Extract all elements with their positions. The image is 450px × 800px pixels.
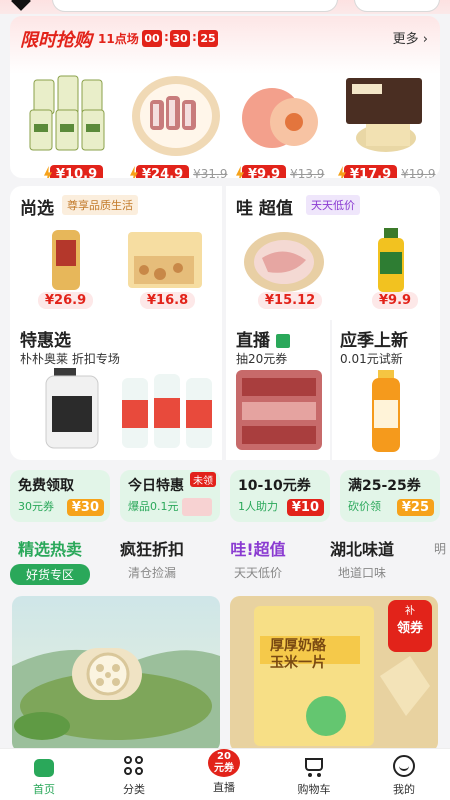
zhibo-title: 直播 <box>236 326 290 351</box>
flash-sale-title: 限时抢购 <box>20 30 92 51</box>
tehuixuan-card[interactable]: 特惠选 朴朴奥莱 折扣专场 <box>10 320 222 460</box>
bottom-nav: 首页 分类 20 元券 直播 购物车 我的 <box>0 748 450 800</box>
category-tabs: 精选热卖 好货专区 疯狂折扣 清仓捡漏 哇!超值 天天低价 湖北味道 地道口味 … <box>0 530 450 585</box>
yingji-sub: 0.01元试新 <box>340 352 403 366</box>
shangxuan-tag: 尊享品质生活 <box>62 195 138 215</box>
shangxuan-title: 尚选 <box>20 199 54 219</box>
more-link[interactable]: 更多 › <box>393 28 428 47</box>
flash-item-price-1[interactable]: ¥10.9 <box>44 164 104 178</box>
nav-home[interactable]: 首页 <box>14 753 74 797</box>
lotus-root-image <box>12 648 220 752</box>
countdown-seconds: 25 <box>198 30 218 47</box>
feed-card-lotus[interactable] <box>12 596 220 752</box>
product-image-peach[interactable] <box>232 66 328 162</box>
coupon-chip-2[interactable]: 今日特惠 爆品0.1元 未领 <box>120 470 220 522</box>
shangxuan-card[interactable]: 尚选 尊享品质生活 ¥26.9 ¥16.8 <box>10 186 222 320</box>
nav-category[interactable]: 分类 <box>104 753 164 797</box>
product-image-oil[interactable] <box>20 66 116 162</box>
live-coupon-icon: 20 元券 <box>208 749 240 777</box>
tab-hubei[interactable]: 湖北味道 地道口味 <box>322 536 402 581</box>
wachaozhi-price-2: ¥9.9 <box>372 292 419 309</box>
snack-pack-text: 厚厚奶酪 玉米一片 <box>270 638 326 671</box>
flash-sale-session: 11点场 <box>98 32 139 46</box>
coupon-chip-3[interactable]: 10-10元券 1人助力 ¥10 <box>230 470 330 522</box>
feed-card-corn-snack[interactable]: 厚厚奶酪 玉米一片 补 领券 <box>230 596 438 752</box>
shangxuan-price-2: ¥16.8 <box>140 292 196 309</box>
yingji-card[interactable]: 应季上新 0.01元试新 <box>332 320 440 460</box>
search-input[interactable] <box>52 0 338 12</box>
tehuixuan-title: 特惠选 <box>20 331 71 351</box>
zhibo-sub: 抽20元券 <box>236 352 288 366</box>
tab-wachaozhi[interactable]: 哇!超值 天天低价 <box>218 536 298 581</box>
smile-icon <box>391 753 417 779</box>
flash-item-price-4[interactable]: ¥17.9 ¥19.9 <box>338 164 435 178</box>
tehuixuan-sub: 朴朴奥莱 折扣专场 <box>20 352 120 366</box>
chevron-right-icon: › <box>422 32 428 47</box>
product-image-snack-bag[interactable] <box>120 226 210 294</box>
unclaimed-badge: 未领 <box>190 472 216 487</box>
wachaozhi-tag: 天天低价 <box>306 195 360 215</box>
product-image-drinks[interactable] <box>118 370 216 450</box>
flash-item-price-3[interactable]: ¥9.9 ¥13.9 <box>236 164 324 178</box>
wachaozhi-title: 哇 超值 <box>236 199 293 219</box>
flash-item-price-2[interactable]: ¥24.9 ¥31.9 <box>130 164 227 178</box>
nav-me[interactable]: 我的 <box>374 753 434 797</box>
shangxuan-price-1: ¥26.9 <box>38 292 94 309</box>
product-image-ribs[interactable] <box>128 66 224 162</box>
yingji-title: 应季上新 <box>340 331 408 351</box>
product-image-noodles[interactable] <box>336 66 432 162</box>
product-image-beef[interactable] <box>234 368 324 452</box>
tab-more[interactable]: 明 <box>430 536 450 557</box>
wachaozhi-price-1: ¥15.12 <box>258 292 323 309</box>
cart-icon <box>301 753 327 779</box>
tab-jingxuan[interactable]: 精选热卖 好货专区 <box>10 536 90 585</box>
product-image-grain-bag[interactable] <box>30 226 100 294</box>
wachaozhi-card[interactable]: 哇 超值 天天低价 ¥15.12 ¥9.9 <box>226 186 440 320</box>
countdown-minutes: 30 <box>170 30 190 47</box>
home-icon <box>31 753 57 779</box>
zhibo-card[interactable]: 直播 抽20元券 <box>226 320 330 460</box>
product-image-sauce-bottle[interactable] <box>366 226 416 294</box>
product-image-juice[interactable] <box>366 370 406 454</box>
more-label: 更多 <box>392 32 419 47</box>
nav-live[interactable]: 20 元券 直播 <box>194 749 254 795</box>
live-chart-icon <box>275 334 290 348</box>
product-image-detergent[interactable] <box>40 368 104 450</box>
coupon-chip-4[interactable]: 满25-25券 砍价领 ¥25 <box>340 470 440 522</box>
gift-box-icon <box>182 498 212 516</box>
top-right-button[interactable] <box>354 0 440 12</box>
grid-icon <box>121 753 147 779</box>
countdown-hours: 00 <box>142 30 162 47</box>
coupon-badge[interactable]: 补 领券 <box>388 600 432 652</box>
tab-fengkuang[interactable]: 疯狂折扣 清仓捡漏 <box>112 536 192 581</box>
product-image-pork[interactable] <box>242 226 326 294</box>
coupon-chip-1[interactable]: 免费领取 30元券 ¥30 <box>10 470 110 522</box>
flash-sale-card: 限时抢购 11点场 00 : 30 : 25 更多 › ¥10.9 ¥24.9 ¥… <box>10 16 440 178</box>
nav-cart[interactable]: 购物车 <box>284 753 344 797</box>
